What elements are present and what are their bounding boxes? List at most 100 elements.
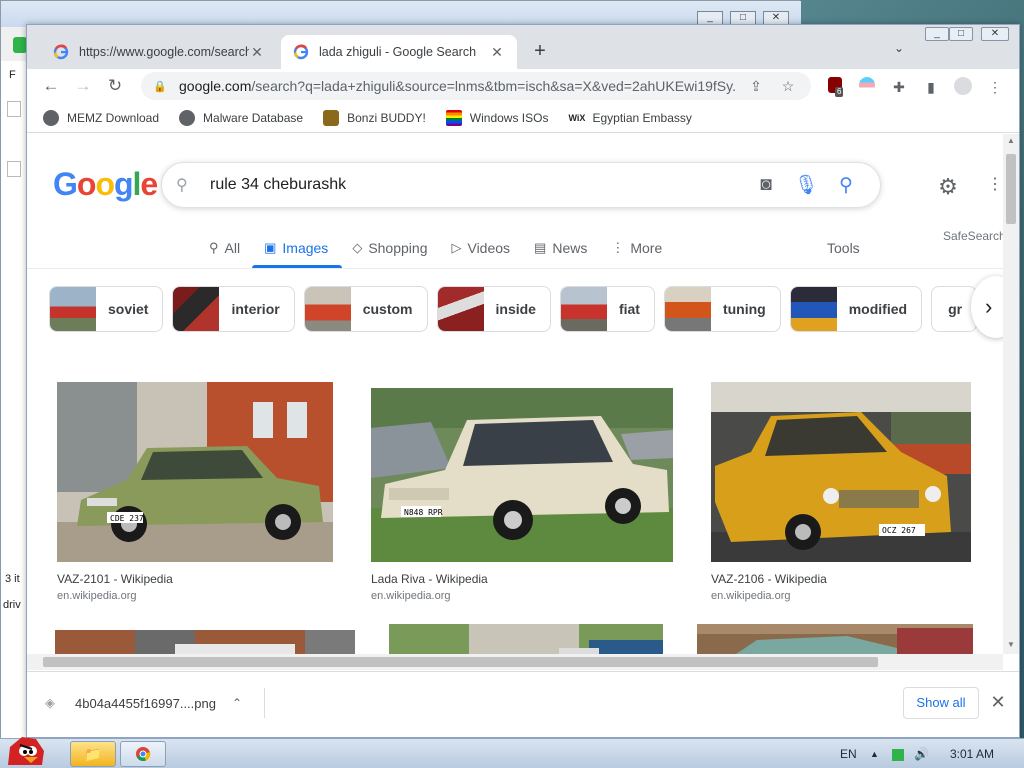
tab-search-chevron-icon[interactable]: ⌄: [889, 41, 909, 61]
close-download-bar-icon[interactable]: ✕: [989, 692, 1007, 714]
google-favicon-icon: [53, 44, 69, 60]
tab-all[interactable]: ⚲ All: [207, 232, 242, 264]
bookmark-malware-db[interactable]: Malware Database: [179, 109, 304, 126]
close-button[interactable]: ✕: [981, 27, 1009, 41]
vertical-scrollbar[interactable]: ▲ ▼: [1003, 134, 1019, 654]
result-caption[interactable]: VAZ-2106 - Wikipedia: [711, 572, 827, 586]
bookmark-star-icon[interactable]: ☆: [777, 78, 799, 95]
globe-icon: [43, 109, 59, 126]
tray-expand-icon[interactable]: ▲: [870, 739, 879, 768]
chrome-logo-icon: [136, 747, 151, 762]
background-label-items: 3 it: [5, 573, 20, 585]
horizontal-scrollbar[interactable]: [27, 654, 1003, 670]
tab-close-icon[interactable]: ✕: [249, 44, 265, 61]
language-indicator[interactable]: EN: [840, 739, 857, 768]
background-close-button[interactable]: ✕: [763, 11, 789, 25]
tab-shopping[interactable]: ◇ Shopping: [350, 232, 429, 264]
google-logo[interactable]: Google: [53, 166, 158, 203]
scroll-down-arrow-icon[interactable]: ▼: [1006, 640, 1016, 649]
bookmark-label: Egyptian Embassy: [592, 110, 692, 125]
horizontal-scroll-thumb[interactable]: [43, 657, 878, 667]
share-icon[interactable]: ⇪: [745, 78, 767, 95]
download-bar: ◈ 4b04a4455f16997....png ⌃ Show all ✕: [27, 671, 1019, 737]
google-apps-icon[interactable]: ⋮⋮: [987, 174, 1003, 200]
bookmark-bonzi[interactable]: Bonzi BUDDY!: [323, 109, 426, 126]
address-bar[interactable]: 🔒 google.com/search?q=lada+zhiguli&sourc…: [141, 72, 811, 100]
dots-icon: ⋮: [611, 240, 625, 255]
microphone-icon[interactable]: 🎙: [786, 173, 826, 197]
reload-icon[interactable]: ↻: [103, 74, 127, 98]
result-caption[interactable]: VAZ-2101 - Wikipedia: [57, 572, 173, 586]
network-icon[interactable]: [892, 739, 904, 768]
chip-inside[interactable]: inside: [436, 286, 551, 332]
bookmark-label: Malware Database: [203, 110, 304, 125]
maximize-button[interactable]: □: [949, 27, 973, 41]
bookmark-memz[interactable]: MEMZ Download: [43, 109, 159, 126]
start-button-angry-bird-icon[interactable]: [2, 729, 48, 768]
search-box: ⚲ ◙ 🎙 ⚲: [161, 162, 881, 208]
ublock-extension-icon[interactable]: 6: [825, 77, 845, 97]
result-image-row2-1[interactable]: [55, 630, 355, 654]
google-favicon-icon: [293, 44, 309, 60]
settings-gear-icon[interactable]: ⚙: [935, 174, 961, 200]
chip-label: gr: [948, 301, 963, 317]
tab-label: More: [630, 240, 663, 256]
side-panel-icon[interactable]: ▮: [921, 77, 941, 97]
back-arrow-icon[interactable]: ←: [39, 74, 63, 98]
chip-thumbnail: [664, 287, 711, 331]
url-path: /search?q=lada+zhiguli&source=lnms&tbm=i…: [251, 78, 735, 94]
extension-badge: 6: [835, 87, 844, 97]
tab-label: Videos: [467, 240, 511, 256]
chrome-menu-icon[interactable]: ⋮: [985, 77, 1005, 97]
clock[interactable]: 3:01 AM: [950, 739, 994, 768]
taskbar-chrome-icon[interactable]: [120, 741, 166, 767]
profile-avatar-icon[interactable]: [953, 77, 973, 97]
tab-lada-zhiguli[interactable]: lada zhiguli - Google Search ✕: [281, 35, 517, 69]
lock-icon: 🔒: [153, 80, 167, 93]
background-maximize-button[interactable]: □: [730, 11, 756, 25]
bookmark-windows-isos[interactable]: Windows ISOs: [445, 109, 548, 126]
globe-icon: [179, 109, 196, 126]
tab-images[interactable]: ▣ Images: [252, 232, 343, 268]
chip-label: fiat: [618, 301, 640, 317]
chip-fiat[interactable]: fiat: [559, 286, 655, 332]
tab-news[interactable]: ▤ News: [532, 232, 589, 264]
bookmark-egyptian-embassy[interactable]: WiX Egyptian Embassy: [568, 110, 691, 126]
chip-thumbnail: [50, 287, 96, 331]
search-input[interactable]: [210, 176, 746, 194]
tab-videos[interactable]: ▷ Videos: [449, 232, 512, 264]
chevron-up-icon[interactable]: ⌃: [232, 696, 242, 710]
safesearch-label[interactable]: SafeSearch: [943, 229, 1003, 243]
pride-extension-icon[interactable]: [857, 77, 877, 97]
chip-tuning[interactable]: tuning: [663, 286, 781, 332]
volume-icon[interactable]: 🔊: [914, 739, 929, 768]
chip-custom[interactable]: custom: [303, 286, 428, 332]
minimize-button[interactable]: _: [925, 27, 949, 41]
extensions-puzzle-icon[interactable]: ✚: [889, 77, 909, 97]
tools-button[interactable]: Tools: [827, 240, 860, 256]
forward-arrow-icon[interactable]: →: [71, 74, 95, 98]
camera-lens-icon[interactable]: ◙: [746, 174, 786, 196]
download-item[interactable]: ◈ 4b04a4455f16997....png ⌃: [45, 688, 265, 718]
vertical-scroll-thumb[interactable]: [1006, 154, 1016, 224]
taskbar-explorer-icon[interactable]: 📁: [70, 741, 116, 767]
search-submit-icon[interactable]: ⚲: [826, 174, 866, 197]
bookmark-label: Bonzi BUDDY!: [347, 110, 426, 125]
result-caption[interactable]: Lada Riva - Wikipedia: [371, 572, 488, 586]
tab-more[interactable]: ⋮ More: [609, 232, 664, 264]
tab-close-icon[interactable]: ✕: [489, 44, 505, 61]
chip-modified[interactable]: modified: [789, 286, 923, 332]
windows-flag-icon: [445, 109, 462, 126]
chip-label: tuning: [722, 301, 766, 317]
new-tab-button[interactable]: +: [527, 39, 553, 65]
scroll-up-arrow-icon[interactable]: ▲: [1006, 136, 1016, 145]
background-minimize-button[interactable]: _: [697, 11, 723, 25]
related-chips: soviet interior custom inside fiat tunin…: [49, 286, 986, 332]
result-image-row2-3[interactable]: [697, 624, 973, 654]
browser-toolbar: ← → ↻ 🔒 google.com/search?q=lada+zhiguli…: [27, 69, 1019, 103]
tab-google-url[interactable]: https://www.google.com/search? ✕: [41, 35, 277, 69]
show-all-button[interactable]: Show all: [903, 687, 979, 719]
chip-soviet[interactable]: soviet: [49, 286, 164, 332]
result-image-row2-2[interactable]: [389, 624, 663, 654]
chip-interior[interactable]: interior: [172, 286, 295, 332]
